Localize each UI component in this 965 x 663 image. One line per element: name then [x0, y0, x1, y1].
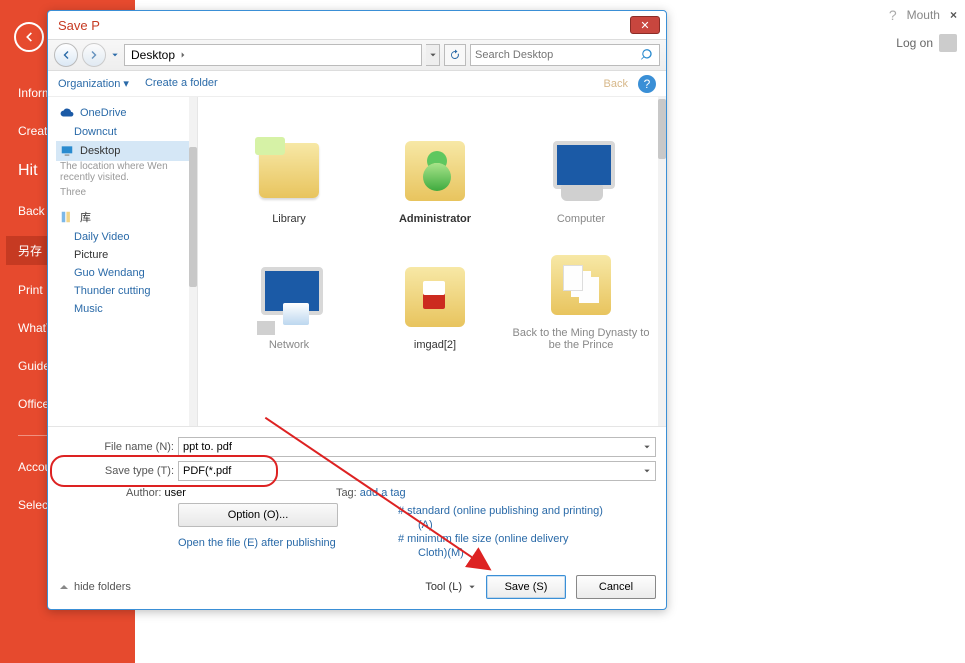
navpane-scrollbar[interactable]	[189, 97, 197, 426]
monitor-icon	[60, 144, 74, 158]
help-icon[interactable]: ?	[889, 7, 897, 23]
item-administrator[interactable]: Administrator	[364, 107, 506, 225]
address-bar[interactable]: Desktop	[124, 44, 422, 66]
author-label: Author:	[126, 487, 161, 499]
nav-desktop[interactable]: Desktop	[56, 141, 197, 161]
author-value[interactable]: user	[165, 487, 186, 499]
dialog-close-button[interactable]: ✕	[630, 16, 660, 34]
search-input[interactable]	[470, 44, 660, 66]
item-imgad[interactable]: imgad[2]	[364, 233, 506, 351]
avatar-icon	[939, 34, 957, 52]
organize-button[interactable]: Organization ▾	[58, 77, 129, 90]
savetype-dropdown[interactable]: PDF(*.pdf	[178, 461, 656, 481]
item-ming[interactable]: Back to the Ming Dynasty to be the Princ…	[510, 233, 652, 351]
save-dialog: Save P ✕ Desktop Organization ▾ Create a…	[47, 10, 667, 610]
nav-history-dropdown-icon[interactable]	[110, 43, 120, 67]
nav-libraries[interactable]: 库	[56, 206, 197, 228]
cancel-button[interactable]: Cancel	[576, 575, 656, 599]
nav-guo[interactable]: Guo Wendang	[56, 264, 197, 282]
nav-music[interactable]: Music	[56, 300, 197, 318]
chevron-up-icon	[58, 581, 70, 593]
options-button[interactable]: Option (O)...	[178, 503, 338, 527]
logon-link[interactable]: Log on	[896, 34, 957, 52]
back-arrow-icon[interactable]	[14, 22, 44, 52]
library-icon	[60, 210, 74, 224]
item-computer[interactable]: Computer	[510, 107, 652, 225]
optimize-standard-sub: (A)	[398, 519, 603, 531]
nav-three: Three	[56, 187, 197, 198]
open-after-checkbox[interactable]: Open the file (E) after publishing	[178, 537, 338, 549]
toolbar-back-link[interactable]: Back	[604, 78, 628, 90]
optimize-standard-radio[interactable]: # standard (online publishing and printi…	[398, 505, 603, 517]
listing-scrollbar[interactable]	[658, 97, 666, 426]
optimize-min-sub: Cloth)(M)	[398, 547, 603, 559]
search-field[interactable]	[475, 49, 641, 61]
help-icon[interactable]: ?	[638, 75, 656, 93]
optimize-min-radio[interactable]: # minimum file size (online delivery	[398, 533, 603, 545]
filename-input[interactable]: ppt to. pdf	[178, 437, 656, 457]
hide-folders-button[interactable]: hide folders	[58, 581, 131, 593]
item-library[interactable]: Library	[218, 107, 360, 225]
file-listing: Library Administrator Computer Network i…	[198, 97, 666, 426]
nav-back-button[interactable]	[54, 43, 78, 67]
topbar-label: Mouth	[907, 8, 940, 22]
nav-desktop-tip: The location where Wen recently visited.	[56, 161, 197, 187]
nav-pane: OneDrive Downcut Desktop The location wh…	[48, 97, 198, 426]
nav-picture[interactable]: Picture	[56, 246, 197, 264]
nav-thunder[interactable]: Thunder cutting	[56, 282, 197, 300]
nav-downcut[interactable]: Downcut	[56, 123, 197, 141]
address-dropdown-icon[interactable]	[426, 44, 440, 66]
tag-label: Tag:	[336, 487, 357, 499]
tools-dropdown[interactable]: Tool (L)	[425, 581, 476, 593]
window-close-icon[interactable]: ×	[950, 8, 957, 22]
filename-label: File name (N):	[58, 441, 178, 453]
dialog-title: Save P	[58, 18, 100, 33]
dialog-navbar: Desktop	[48, 39, 666, 71]
nav-onedrive[interactable]: OneDrive	[56, 103, 197, 123]
search-icon	[641, 48, 655, 62]
cloud-icon	[60, 106, 74, 120]
save-button[interactable]: Save (S)	[486, 575, 566, 599]
nav-forward-button[interactable]	[82, 43, 106, 67]
tag-value[interactable]: add a tag	[360, 487, 406, 499]
create-folder-button[interactable]: Create a folder	[145, 77, 218, 90]
item-network[interactable]: Network	[218, 233, 360, 351]
refresh-button[interactable]	[444, 44, 466, 66]
savetype-label: Save type (T):	[58, 465, 178, 477]
nav-video[interactable]: Daily Video	[56, 228, 197, 246]
